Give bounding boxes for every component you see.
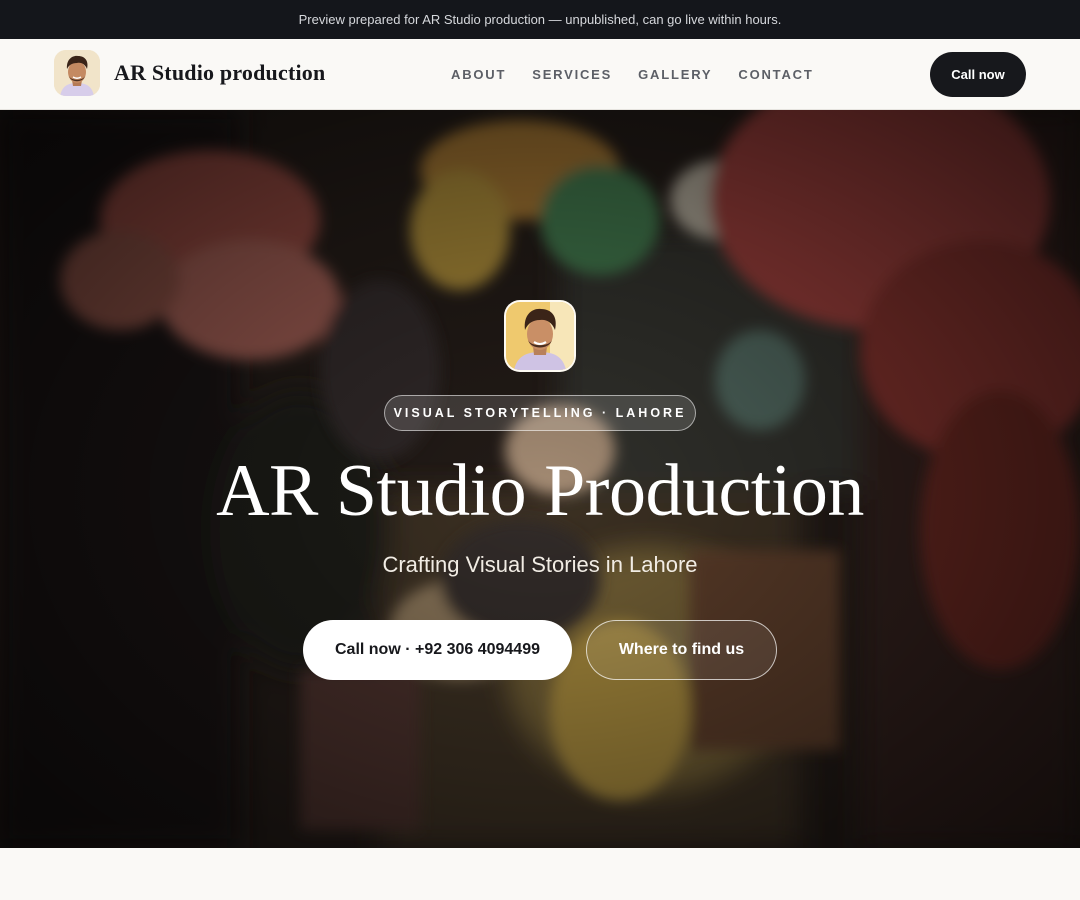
hero-title: AR Studio Production: [216, 450, 864, 532]
next-section: [0, 848, 1080, 900]
hero-eyebrow-badge: VISUAL STORYTELLING · LAHORE: [384, 395, 696, 431]
brand-avatar-icon: [54, 50, 100, 96]
hero-call-button[interactable]: Call now · +92 306 4094499: [303, 620, 572, 680]
nav-link-contact[interactable]: CONTACT: [738, 67, 813, 82]
brand-name: AR Studio production: [114, 60, 326, 85]
hero-subtitle: Crafting Visual Stories in Lahore: [382, 552, 698, 577]
nav-link-gallery[interactable]: GALLERY: [638, 67, 712, 82]
nav-link-services[interactable]: SERVICES: [532, 67, 612, 82]
nav-link-about[interactable]: ABOUT: [451, 67, 506, 82]
hero-location-button[interactable]: Where to find us: [586, 620, 777, 680]
hero-section: VISUAL STORYTELLING · LAHORE AR Studio P…: [0, 110, 1080, 848]
preview-banner-text: Preview prepared for AR Studio productio…: [298, 12, 782, 27]
brand[interactable]: AR Studio production: [54, 50, 325, 96]
main-nav: ABOUT SERVICES GALLERY CONTACT: [451, 39, 840, 109]
header-call-button[interactable]: Call now: [930, 52, 1026, 97]
site-header: AR Studio production ABOUT SERVICES GALL…: [0, 39, 1080, 110]
preview-banner: Preview prepared for AR Studio productio…: [0, 0, 1080, 39]
hero-avatar-icon: [504, 300, 576, 372]
